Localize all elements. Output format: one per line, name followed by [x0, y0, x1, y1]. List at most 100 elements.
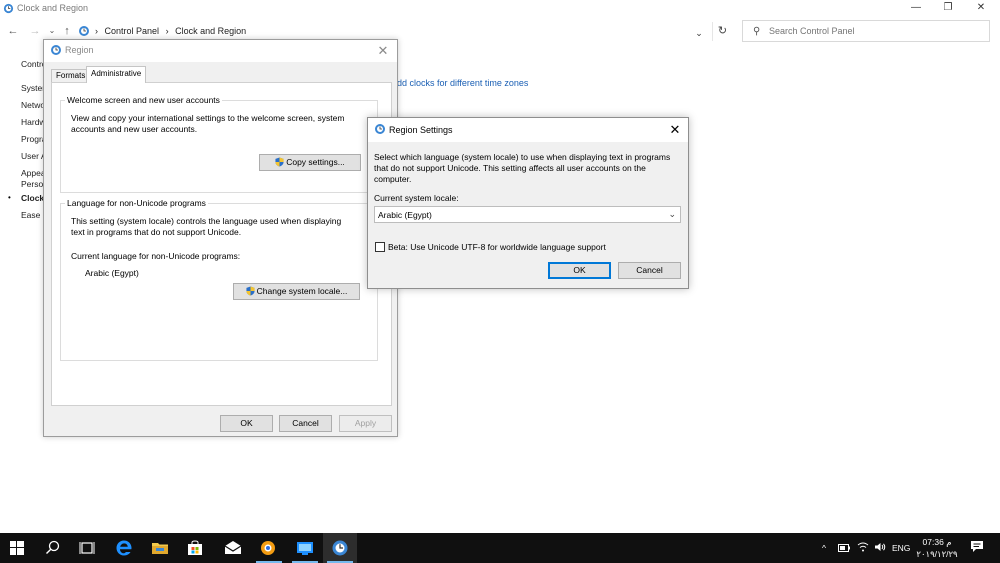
change-system-locale-label: Change system locale... — [256, 286, 348, 296]
breadcrumb: › Control Panel › Clock and Region — [95, 26, 250, 36]
system-locale-select[interactable]: Arabic (Egypt) ⌄ — [374, 206, 681, 223]
taskbar-store[interactable] — [179, 533, 213, 563]
remote-desktop-icon — [297, 542, 313, 555]
copy-settings-label: Copy settings... — [286, 157, 345, 167]
sidebar-item-network[interactable]: Network and Internet — [21, 100, 43, 110]
network-wifi-icon[interactable] — [857, 533, 869, 563]
sidebar-item-control-panel-home[interactable]: Control Panel Home — [21, 59, 43, 69]
clock-time: 07:36 م — [922, 537, 952, 547]
welcome-screen-group: Welcome screen and new user accounts Vie… — [60, 95, 378, 193]
breadcrumb-clock-and-region[interactable]: Clock and Region — [175, 26, 246, 36]
input-language-indicator[interactable]: ENG — [892, 533, 910, 563]
taskbar-edge[interactable] — [107, 533, 141, 563]
breadcrumb-control-panel[interactable]: Control Panel — [105, 26, 160, 36]
beta-utf8-label[interactable]: Beta: Use Unicode UTF-8 for worldwide la… — [388, 242, 606, 253]
sidebar-item-hardware[interactable]: Hardware and Sound — [21, 117, 43, 127]
tab-administrative[interactable]: Administrative — [86, 66, 147, 83]
welcome-description-line2: accounts and new user accounts. — [71, 124, 198, 134]
taskbar-mail[interactable] — [216, 533, 250, 563]
region-settings-title: Region Settings — [389, 125, 453, 135]
active-item-bullet: • — [8, 193, 11, 202]
region-settings-ok-button[interactable]: OK — [548, 262, 611, 279]
non-unicode-description-line2: text in programs that do not support Uni… — [71, 227, 242, 237]
breadcrumb-separator[interactable]: › — [95, 26, 98, 36]
region-apply-button[interactable]: Apply — [339, 415, 392, 432]
taskbar-control-panel[interactable] — [323, 533, 357, 563]
windows-logo-icon — [10, 541, 24, 555]
non-unicode-description-line1: This setting (system locale) controls th… — [71, 216, 342, 226]
action-center-notification-icon[interactable] — [970, 533, 984, 563]
region-settings-description-line3: computer. — [374, 174, 412, 184]
welcome-description-line1: View and copy your international setting… — [71, 113, 345, 123]
task-view-button[interactable] — [71, 533, 105, 563]
tray-overflow-chevron-icon[interactable]: ^ — [822, 533, 826, 563]
mail-icon — [224, 541, 242, 554]
region-settings-dialog: Region Settings ✕ Select which language … — [367, 117, 689, 289]
start-button[interactable] — [0, 533, 34, 563]
forward-arrow-icon[interactable]: → — [28, 23, 42, 39]
breadcrumb-separator[interactable]: › — [166, 26, 169, 36]
restore-button[interactable]: ❐ — [932, 0, 964, 18]
chevron-down-icon: ⌄ — [668, 209, 676, 219]
beta-utf8-checkbox[interactable] — [375, 242, 385, 252]
store-bag-icon — [188, 540, 202, 555]
browser-icon — [261, 541, 275, 555]
clock-date: ٢٠١٩/١٢/٢٩ — [916, 549, 958, 559]
control-panel-location-icon — [79, 26, 89, 36]
region-settings-description-line2: that do not support Unicode. This settin… — [374, 163, 646, 173]
region-ok-button[interactable]: OK — [220, 415, 273, 432]
main-window-title: Clock and Region — [17, 3, 89, 13]
up-arrow-icon[interactable]: ↑ — [60, 23, 74, 39]
region-dialog-title: Region — [65, 45, 94, 55]
close-window-button[interactable]: ✕ — [965, 0, 997, 18]
add-clocks-link[interactable]: dd clocks for different time zones — [397, 78, 528, 88]
main-window-titlebar: Clock and Region — ❐ ✕ — [0, 0, 1000, 18]
back-arrow-icon[interactable]: ← — [6, 23, 20, 39]
region-globe-icon — [51, 45, 61, 55]
task-view-icon — [79, 542, 95, 554]
administrative-tab-panel: Welcome screen and new user accounts Vie… — [51, 82, 392, 406]
copy-settings-button[interactable]: Copy settings... — [259, 154, 361, 171]
address-dropdown-chevron-icon[interactable]: ⌄ — [690, 24, 708, 43]
region-settings-description-line1: Select which language (system locale) to… — [374, 152, 671, 162]
volume-icon[interactable] — [874, 533, 886, 563]
search-box[interactable]: ⚲ — [742, 20, 990, 42]
taskbar-file-explorer[interactable] — [143, 533, 177, 563]
sidebar-item-personalization[interactable]: Personalization — [21, 179, 43, 189]
current-language-label: Current language for non-Unicode program… — [71, 251, 241, 261]
sidebar-item-programs[interactable]: Programs — [21, 134, 43, 144]
uac-shield-icon — [275, 157, 284, 167]
region-globe-icon — [375, 124, 385, 134]
recent-locations-chevron-icon[interactable]: ⌄ — [45, 23, 59, 39]
sidebar-item-user-accounts[interactable]: User Accounts — [21, 151, 43, 161]
current-language-value: Arabic (Egypt) — [85, 268, 139, 278]
clock-region-app-icon — [332, 540, 348, 556]
system-locale-value: Arabic (Egypt) — [378, 210, 432, 220]
battery-icon[interactable] — [838, 533, 850, 563]
folder-icon — [152, 543, 168, 554]
refresh-button[interactable]: ↻ — [712, 22, 732, 41]
region-settings-titlebar: Region Settings ✕ — [368, 118, 688, 142]
clock-region-app-icon — [3, 3, 14, 14]
region-settings-cancel-button[interactable]: Cancel — [618, 262, 681, 279]
taskbar: ^ ENG 07:36 م ٢٠١٩/١٢/٢٩ — [0, 533, 1000, 563]
non-unicode-group: Language for non-Unicode programs This s… — [60, 198, 378, 361]
uac-shield-icon — [246, 286, 255, 296]
minimize-button[interactable]: — — [900, 0, 932, 18]
taskbar-remote-app[interactable] — [288, 533, 322, 563]
sidebar-item-system-security[interactable]: System and Security — [21, 83, 43, 93]
taskbar-clock[interactable]: 07:36 م ٢٠١٩/١٢/٢٩ — [912, 536, 962, 560]
search-taskbar-button[interactable] — [37, 533, 71, 563]
search-input[interactable] — [769, 24, 984, 38]
region-dialog-close-button[interactable]: ✕ — [373, 42, 393, 60]
sidebar-item-ease-of-access[interactable]: Ease of Access — [21, 210, 43, 220]
sidebar-item-appearance[interactable]: Appearance and — [21, 168, 43, 178]
taskbar-browser[interactable] — [252, 533, 286, 563]
tab-formats[interactable]: Formats — [51, 69, 91, 83]
non-unicode-group-legend: Language for non-Unicode programs — [65, 198, 208, 208]
region-dialog-titlebar: Region ✕ — [44, 40, 397, 62]
region-settings-close-button[interactable]: ✕ — [665, 121, 685, 139]
change-system-locale-button[interactable]: Change system locale... — [233, 283, 360, 300]
sidebar-item-clock-region[interactable]: Clock and Region — [21, 193, 43, 203]
region-cancel-button[interactable]: Cancel — [279, 415, 332, 432]
